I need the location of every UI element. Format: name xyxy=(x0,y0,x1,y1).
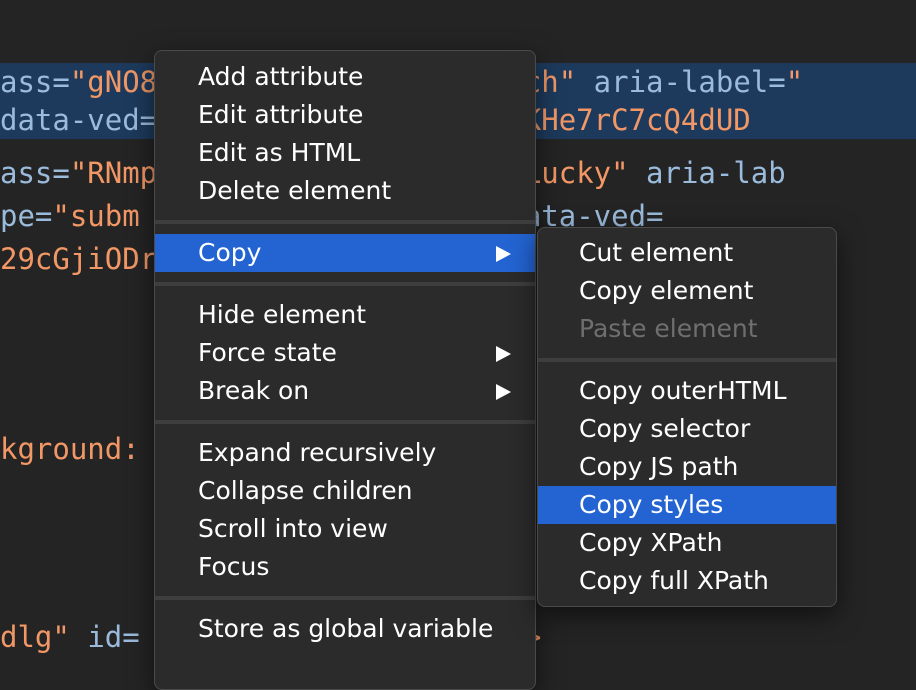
menu-item-hide-element[interactable]: Hide element xyxy=(155,296,535,334)
submenu-item-copy-full-xpath[interactable]: Copy full XPath xyxy=(538,562,836,600)
menu-item-label: Cut element xyxy=(579,238,734,267)
code-token: data-ved= xyxy=(0,103,158,137)
menu-item-label: Copy xyxy=(198,238,262,267)
menu-item-label: Force state xyxy=(198,338,337,367)
menu-item-edit-as-html[interactable]: Edit as HTML xyxy=(155,134,535,172)
submenu-item-copy-js-path[interactable]: Copy JS path xyxy=(538,448,836,486)
menu-item-label: Copy full XPath xyxy=(579,566,769,595)
menu-item-label: Expand recursively xyxy=(198,438,437,467)
menu-item-label: Edit attribute xyxy=(198,100,364,129)
code-line xyxy=(0,283,17,321)
code-token: 29cGjiODr xyxy=(0,242,158,276)
menu-separator xyxy=(155,282,535,286)
submenu-item-copy-xpath[interactable]: Copy XPath xyxy=(538,524,836,562)
code-token: aria-lab xyxy=(646,156,786,190)
menu-item-label: Store as global variable xyxy=(198,614,494,643)
menu-separator xyxy=(155,596,535,600)
code-token: " xyxy=(785,65,804,99)
menu-item-label: Break on xyxy=(198,376,310,405)
menu-item-collapse-children[interactable]: Collapse children xyxy=(155,472,535,510)
menu-item-label: Copy JS path xyxy=(579,452,739,481)
submenu-item-copy-selector[interactable]: Copy selector xyxy=(538,410,836,448)
menu-item-label: Copy selector xyxy=(579,414,751,443)
menu-item-expand-recursively[interactable]: Expand recursively xyxy=(155,434,535,472)
menu-item-scroll-into-view[interactable]: Scroll into view xyxy=(155,510,535,548)
menu-item-store-as-global-variable[interactable]: Store as global variable xyxy=(155,610,535,648)
menu-item-label: Add attribute xyxy=(198,62,364,91)
menu-item-label: Delete element xyxy=(198,176,392,205)
menu-item-label: Copy styles xyxy=(579,490,724,519)
code-line xyxy=(0,473,17,511)
menu-item-delete-element[interactable]: Delete element xyxy=(155,172,535,210)
menu-item-break-on[interactable]: Break on xyxy=(155,372,535,410)
code-token: dlg" xyxy=(0,620,70,654)
submenu-item-paste-element: Paste element xyxy=(538,310,836,348)
submenu-item-copy-outerhtml[interactable]: Copy outerHTML xyxy=(538,372,836,410)
menu-item-force-state[interactable]: Force state xyxy=(155,334,535,372)
menu-item-focus[interactable]: Focus xyxy=(155,548,535,586)
menu-separator xyxy=(155,420,535,424)
menu-item-add-attribute[interactable]: Add attribute xyxy=(155,58,535,96)
code-token: "RNmp xyxy=(69,156,158,190)
code-token: id= xyxy=(87,620,140,654)
menu-separator xyxy=(155,220,535,224)
submenu-arrow-icon xyxy=(496,346,511,362)
code-token: kground: xyxy=(0,432,140,466)
code-token: ass= xyxy=(0,156,70,190)
menu-item-label: Copy element xyxy=(579,276,754,305)
code-token: pe= xyxy=(0,199,53,233)
code-line xyxy=(0,516,17,554)
menu-item-label: Hide element xyxy=(198,300,367,329)
menu-separator xyxy=(538,358,836,362)
context-menu: Add attribute Edit attribute Edit as HTML D… xyxy=(154,50,536,690)
code-line xyxy=(0,369,17,407)
code-token: "subm xyxy=(52,199,140,233)
code-token: ass= xyxy=(0,65,70,99)
submenu-item-copy-element[interactable]: Copy element xyxy=(538,272,836,310)
code-line xyxy=(0,580,17,618)
submenu-arrow-icon xyxy=(496,384,511,400)
code-line xyxy=(0,0,175,14)
submenu-item-cut-element[interactable]: Cut element xyxy=(538,234,836,272)
menu-item-label: Copy outerHTML xyxy=(579,376,787,405)
menu-item-label: Collapse children xyxy=(198,476,413,505)
submenu-item-copy-styles[interactable]: Copy styles xyxy=(538,486,836,524)
menu-item-copy[interactable]: Copy xyxy=(155,234,535,272)
code-line xyxy=(0,326,17,364)
menu-item-label: Copy XPath xyxy=(579,528,723,557)
code-token: "gNO8 xyxy=(69,65,158,99)
menu-item-label: Paste element xyxy=(579,314,758,343)
copy-submenu: Cut element Copy element Paste element Copy… xyxy=(537,227,837,607)
menu-item-label: Focus xyxy=(198,552,270,581)
menu-item-edit-attribute[interactable]: Edit attribute xyxy=(155,96,535,134)
menu-item-label: Scroll into view xyxy=(198,514,388,543)
menu-item-label: Edit as HTML xyxy=(198,138,361,167)
code-token: aria-label= xyxy=(593,65,786,99)
code-line: 29cGjiODr xyxy=(0,240,157,278)
submenu-arrow-icon xyxy=(496,246,511,262)
